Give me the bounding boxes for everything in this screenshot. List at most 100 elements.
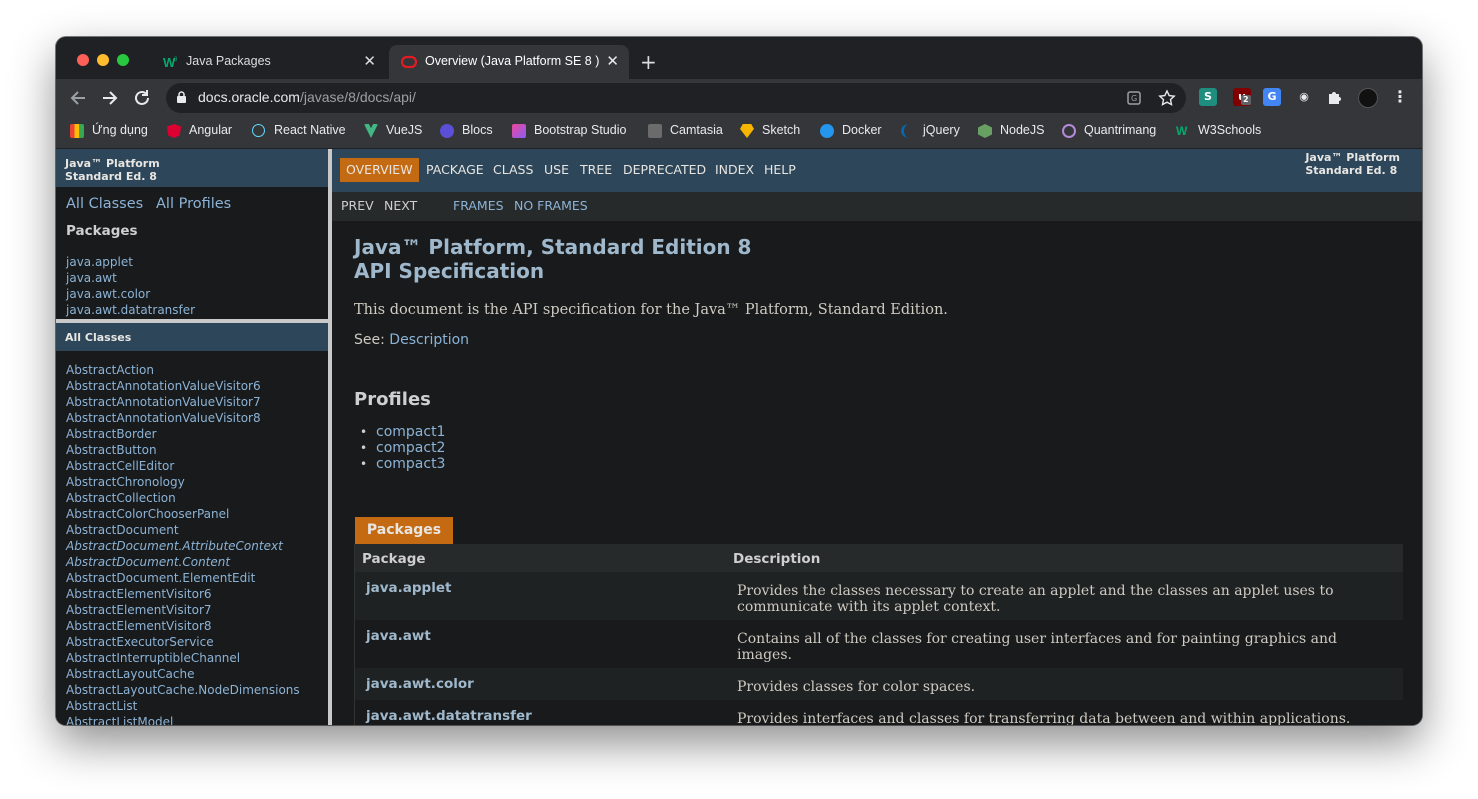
close-tab-icon[interactable]: ✕ <box>606 52 619 70</box>
see-line: See: Description <box>354 332 469 348</box>
page-title: Java™ Platform, Standard Edition 8 API S… <box>354 235 752 283</box>
class-link[interactable]: AbstractDocument.Content <box>66 554 300 570</box>
no-frames-link[interactable]: NO FRAMES <box>514 198 588 213</box>
reload-icon[interactable] <box>131 87 153 109</box>
eye-extension-icon[interactable]: ◉ <box>1295 88 1313 106</box>
package-name-link[interactable]: java.awt.datatransfer <box>366 708 532 724</box>
profile-link-compact3[interactable]: compact3 <box>360 456 446 472</box>
profile-avatar[interactable] <box>1358 88 1378 108</box>
description-link[interactable]: Description <box>389 332 469 348</box>
class-link[interactable]: AbstractLayoutCache.NodeDimensions <box>66 682 300 698</box>
lock-icon[interactable] <box>176 91 187 104</box>
back-icon[interactable] <box>67 87 89 109</box>
blocs-icon <box>440 124 454 138</box>
class-link[interactable]: AbstractDocument.AttributeContext <box>66 538 300 554</box>
class-link[interactable]: AbstractDocument.ElementEdit <box>66 570 300 586</box>
package-name-link[interactable]: java.awt.color <box>366 676 474 692</box>
class-link[interactable]: AbstractLayoutCache <box>66 666 300 682</box>
package-description: Provides the classes necessary to create… <box>737 583 1334 615</box>
column-header-description: Description <box>733 551 821 567</box>
class-link[interactable]: AbstractAction <box>66 362 300 378</box>
class-link[interactable]: AbstractExecutorService <box>66 634 300 650</box>
left-header-line1: Java™ Platform <box>65 157 160 170</box>
menu-kebab-icon[interactable]: ⋮ <box>1391 88 1409 106</box>
address-bar[interactable]: docs.oracle.com/javase/8/docs/api/ G <box>166 83 1186 113</box>
new-tab-icon[interactable]: + <box>640 50 657 74</box>
w3schools-icon: W <box>1176 124 1188 138</box>
package-name-link[interactable]: java.awt <box>366 628 431 644</box>
close-tab-icon[interactable]: ✕ <box>363 52 376 70</box>
zoom-window-button[interactable] <box>117 54 129 66</box>
package-description: Provides interfaces and classes for tran… <box>737 711 1351 725</box>
package-link[interactable]: java.applet <box>66 254 195 270</box>
packages-table: Package Description java.applet Provides… <box>354 544 1403 725</box>
classes-frame: All Classes AbstractAction AbstractAnnota… <box>56 323 328 725</box>
frames-link[interactable]: FRAMES <box>453 198 504 213</box>
nodejs-icon <box>978 124 992 138</box>
nav-use[interactable]: USE <box>538 158 575 182</box>
class-link[interactable]: AbstractList <box>66 698 300 714</box>
next-label: NEXT <box>384 198 418 213</box>
package-name-link[interactable]: java.applet <box>366 580 451 596</box>
nav-deprecated[interactable]: DEPRECATED <box>617 158 712 182</box>
packages-table-caption: Packages <box>355 517 453 544</box>
url-text: docs.oracle.com/javase/8/docs/api/ <box>198 89 416 105</box>
left-frame: Java™ Platform Standard Ed. 8 All Classe… <box>56 149 328 725</box>
class-link[interactable]: AbstractDocument <box>66 522 300 538</box>
class-link[interactable]: AbstractCellEditor <box>66 458 300 474</box>
react-icon <box>252 124 265 137</box>
forward-icon[interactable] <box>99 87 121 109</box>
class-link[interactable]: AbstractElementVisitor7 <box>66 602 300 618</box>
class-link[interactable]: AbstractAnnotationValueVisitor6 <box>66 378 300 394</box>
close-window-button[interactable] <box>77 54 89 66</box>
bookmark-star-icon[interactable] <box>1158 89 1176 107</box>
package-description: Contains all of the classes for creating… <box>737 631 1337 663</box>
tab-java-packages[interactable]: W3 Java Packages ✕ <box>150 45 386 79</box>
package-link[interactable]: java.awt <box>66 270 195 286</box>
profile-link-compact2[interactable]: compact2 <box>360 440 446 456</box>
browser-window: W3 Java Packages ✕ Overview (Java Platfo… <box>56 37 1422 725</box>
tab-title: Overview (Java Platform SE 8 ) <box>425 54 600 68</box>
class-link[interactable]: AbstractCollection <box>66 490 300 506</box>
left-header-line2: Standard Ed. 8 <box>65 170 157 183</box>
class-link[interactable]: AbstractElementVisitor8 <box>66 618 300 634</box>
nav-index[interactable]: INDEX <box>709 158 760 182</box>
class-link[interactable]: AbstractAnnotationValueVisitor8 <box>66 410 300 426</box>
ublock-icon[interactable]: u2 <box>1233 88 1251 106</box>
package-link[interactable]: java.awt.datatransfer <box>66 302 195 318</box>
google-translate-ext-icon[interactable]: G <box>1263 88 1281 106</box>
nav-package[interactable]: PACKAGE <box>420 158 490 182</box>
nav-tree[interactable]: TREE <box>574 158 618 182</box>
all-classes-link[interactable]: All Classes <box>66 196 143 212</box>
tab-title: Java Packages <box>186 54 271 68</box>
main-frame: OVERVIEW PACKAGE CLASS USE TREE DEPRECAT… <box>332 149 1422 725</box>
class-link[interactable]: AbstractAnnotationValueVisitor7 <box>66 394 300 410</box>
extensions-puzzle-icon[interactable] <box>1326 88 1344 106</box>
profile-link-compact1[interactable]: compact1 <box>360 424 446 440</box>
sub-nav-bar: PREV NEXT FRAMES NO FRAMES <box>332 192 1422 221</box>
sketch-icon <box>740 124 754 138</box>
class-link[interactable]: AbstractElementVisitor6 <box>66 586 300 602</box>
class-link[interactable]: AbstractInterruptibleChannel <box>66 650 300 666</box>
vue-icon <box>364 124 378 138</box>
class-link[interactable]: AbstractButton <box>66 442 300 458</box>
url-path: /javase/8/docs/api/ <box>299 89 416 105</box>
extension-badge: 2 <box>1241 95 1251 105</box>
class-link[interactable]: AbstractListModel <box>66 714 300 725</box>
nav-overview[interactable]: OVERVIEW <box>340 158 419 182</box>
left-package-list: java.applet java.awt java.awt.color java… <box>66 254 195 318</box>
all-profiles-link[interactable]: All Profiles <box>156 196 231 212</box>
package-link[interactable]: java.awt.color <box>66 286 195 302</box>
class-link[interactable]: AbstractBorder <box>66 426 300 442</box>
nav-class[interactable]: CLASS <box>487 158 539 182</box>
package-description: Provides classes for color spaces. <box>737 679 976 695</box>
translate-icon[interactable]: G <box>1126 89 1144 107</box>
tab-strip: W3 Java Packages ✕ Overview (Java Platfo… <box>56 37 1422 79</box>
svg-text:G: G <box>1131 94 1137 103</box>
tab-overview-java[interactable]: Overview (Java Platform SE 8 ) ✕ <box>389 45 629 79</box>
nav-help[interactable]: HELP <box>758 158 802 182</box>
class-link[interactable]: AbstractChronology <box>66 474 300 490</box>
minimize-window-button[interactable] <box>97 54 109 66</box>
extension-s-icon[interactable]: S <box>1199 88 1217 106</box>
class-link[interactable]: AbstractColorChooserPanel <box>66 506 300 522</box>
